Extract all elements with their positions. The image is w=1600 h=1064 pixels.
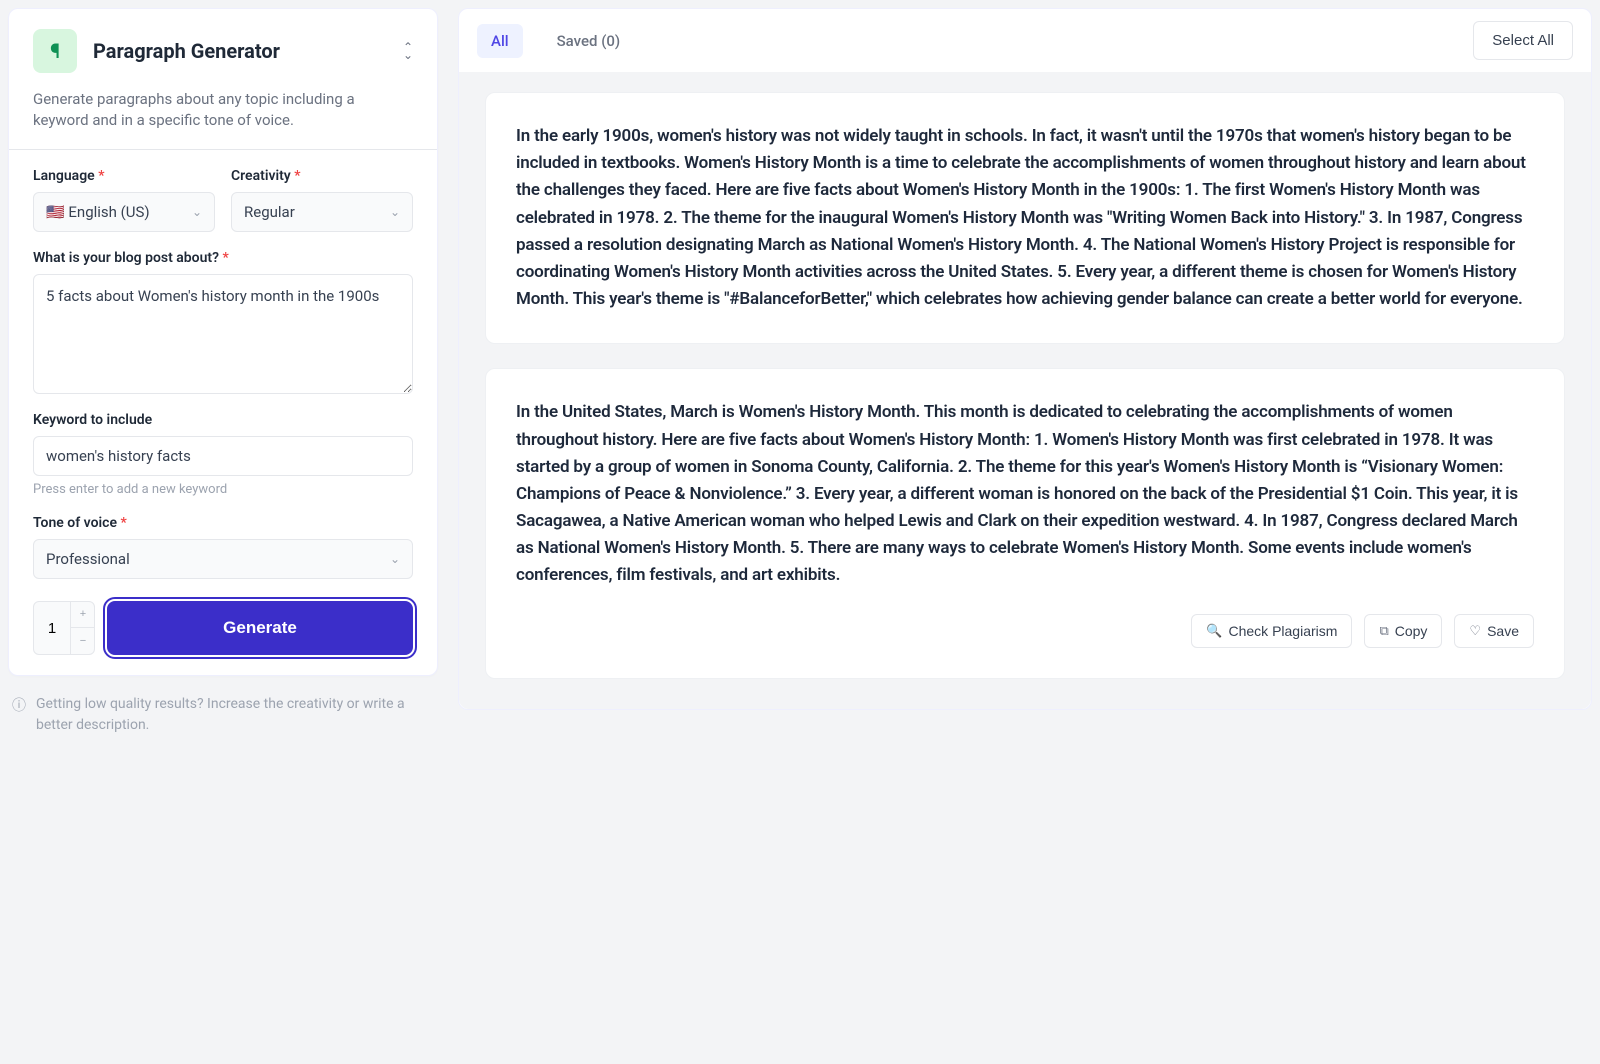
chevron-down-icon: ⌄ <box>403 51 413 59</box>
topic-label: What is your blog post about? * <box>33 250 413 266</box>
check-plagiarism-button[interactable]: 🔍 Check Plagiarism <box>1191 614 1352 648</box>
result-card: In the United States, March is Women's H… <box>485 368 1565 678</box>
copy-icon: ⧉ <box>1379 623 1388 639</box>
chevron-down-icon: ⌄ <box>390 552 400 566</box>
tab-saved[interactable]: Saved (0) <box>543 24 635 58</box>
tone-label: Tone of voice * <box>33 515 413 531</box>
divider <box>9 149 437 150</box>
quantity-increment[interactable]: + <box>71 602 95 628</box>
result-text: In the United States, March is Women's H… <box>516 399 1534 589</box>
generate-button[interactable]: Generate <box>107 601 413 655</box>
language-select[interactable]: 🇺🇸 English (US) ⌄ <box>33 192 215 232</box>
tab-all[interactable]: All <box>477 24 523 58</box>
keyword-label: Keyword to include <box>33 412 413 428</box>
topic-field[interactable]: 5 facts about Women's history month in t… <box>33 274 413 394</box>
save-button[interactable]: ♡ Save <box>1454 614 1534 648</box>
chevron-down-icon: ⌄ <box>390 205 400 219</box>
creativity-label: Creativity * <box>231 168 413 184</box>
tip-text: Getting low quality results? Increase th… <box>36 694 434 736</box>
chevron-down-icon: ⌄ <box>192 205 202 219</box>
creativity-value: Regular <box>244 203 295 221</box>
language-value: 🇺🇸 English (US) <box>46 203 150 221</box>
keyword-field[interactable] <box>33 436 413 476</box>
select-all-button[interactable]: Select All <box>1473 21 1573 60</box>
tone-select[interactable]: Professional ⌄ <box>33 539 413 579</box>
page-title: Paragraph Generator <box>93 39 387 63</box>
quantity-stepper[interactable]: + − <box>33 601 95 655</box>
language-label: Language * <box>33 168 215 184</box>
info-icon: ⓘ <box>12 696 26 736</box>
copy-button[interactable]: ⧉ Copy <box>1364 614 1442 648</box>
search-icon: 🔍 <box>1206 623 1222 639</box>
tool-icon: ¶ <box>33 29 77 73</box>
creativity-select[interactable]: Regular ⌄ <box>231 192 413 232</box>
quantity-input[interactable] <box>34 602 70 654</box>
tone-value: Professional <box>46 550 130 568</box>
heart-icon: ♡ <box>1469 623 1481 639</box>
result-card: In the early 1900s, women's history was … <box>485 92 1565 344</box>
tool-description: Generate paragraphs about any topic incl… <box>33 89 413 131</box>
keyword-hint: Press enter to add a new keyword <box>33 482 413 497</box>
tool-switcher[interactable]: ⌃ ⌄ <box>403 43 413 59</box>
quantity-decrement[interactable]: − <box>71 628 95 654</box>
result-text: In the early 1900s, women's history was … <box>516 123 1534 313</box>
